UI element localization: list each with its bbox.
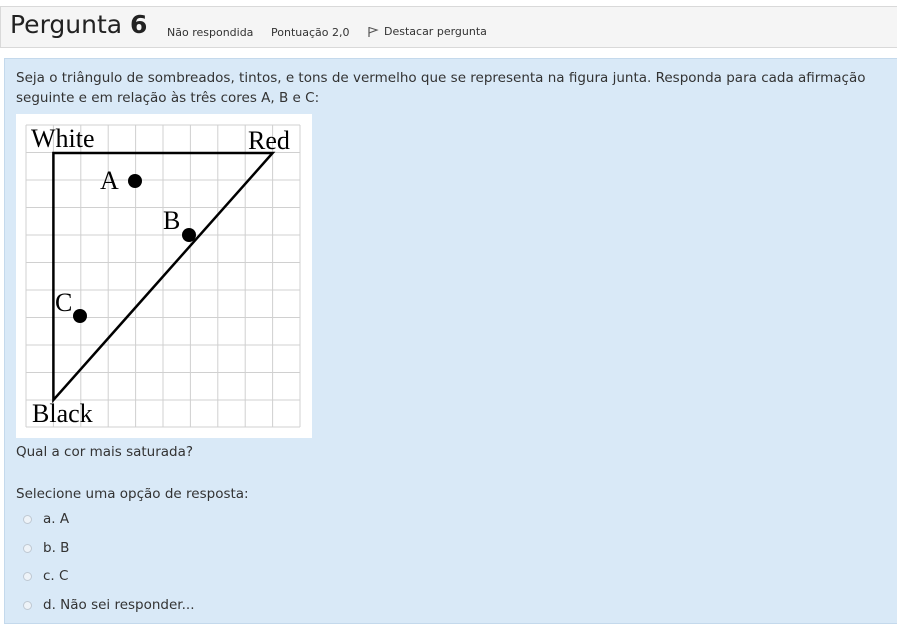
point-b-dot: [182, 228, 196, 242]
radio-button[interactable]: [23, 600, 32, 610]
option-a[interactable]: a. A: [23, 509, 69, 529]
option-d[interactable]: d. Não sei responder...: [23, 595, 195, 615]
question-number: 6: [130, 10, 148, 39]
point-c-dot: [73, 309, 87, 323]
radio-button[interactable]: [23, 514, 32, 524]
select-option-label: Selecione uma opção de resposta:: [16, 486, 249, 502]
question-title-word: Pergunta: [10, 10, 123, 39]
flag-question-label: Destacar pergunta: [384, 25, 487, 38]
radio-button[interactable]: [23, 571, 32, 581]
question-content: Seja o triângulo de sombreados, tintos, …: [4, 58, 897, 624]
label-b: B: [163, 206, 180, 235]
question-status: Não respondida: [167, 26, 254, 39]
question-title: Pergunta 6: [10, 10, 147, 39]
option-label: a. A: [43, 511, 70, 527]
label-a: A: [100, 166, 119, 195]
point-a-dot: [128, 174, 142, 188]
label-white: White: [31, 124, 95, 153]
flag-icon: [368, 26, 379, 37]
flag-question-button[interactable]: Destacar pergunta: [367, 25, 487, 38]
label-c: C: [55, 288, 72, 317]
question-header: Pergunta 6 Não respondida Pontuação 2,0 …: [0, 6, 897, 48]
option-c[interactable]: c. C: [23, 566, 68, 586]
option-label: c. C: [43, 568, 69, 584]
question-text: Seja o triângulo de sombreados, tintos, …: [16, 70, 866, 106]
option-b[interactable]: b. B: [23, 538, 69, 558]
question-score: Pontuação 2,0: [271, 26, 350, 39]
radio-button[interactable]: [23, 543, 32, 553]
label-red: Red: [248, 126, 290, 155]
question-prompt: Qual a cor mais saturada?: [16, 444, 194, 460]
color-triangle-figure: White Red Black A B C: [16, 114, 312, 438]
option-label: b. B: [43, 540, 70, 556]
option-label: d. Não sei responder...: [43, 597, 195, 613]
label-black: Black: [32, 399, 93, 428]
